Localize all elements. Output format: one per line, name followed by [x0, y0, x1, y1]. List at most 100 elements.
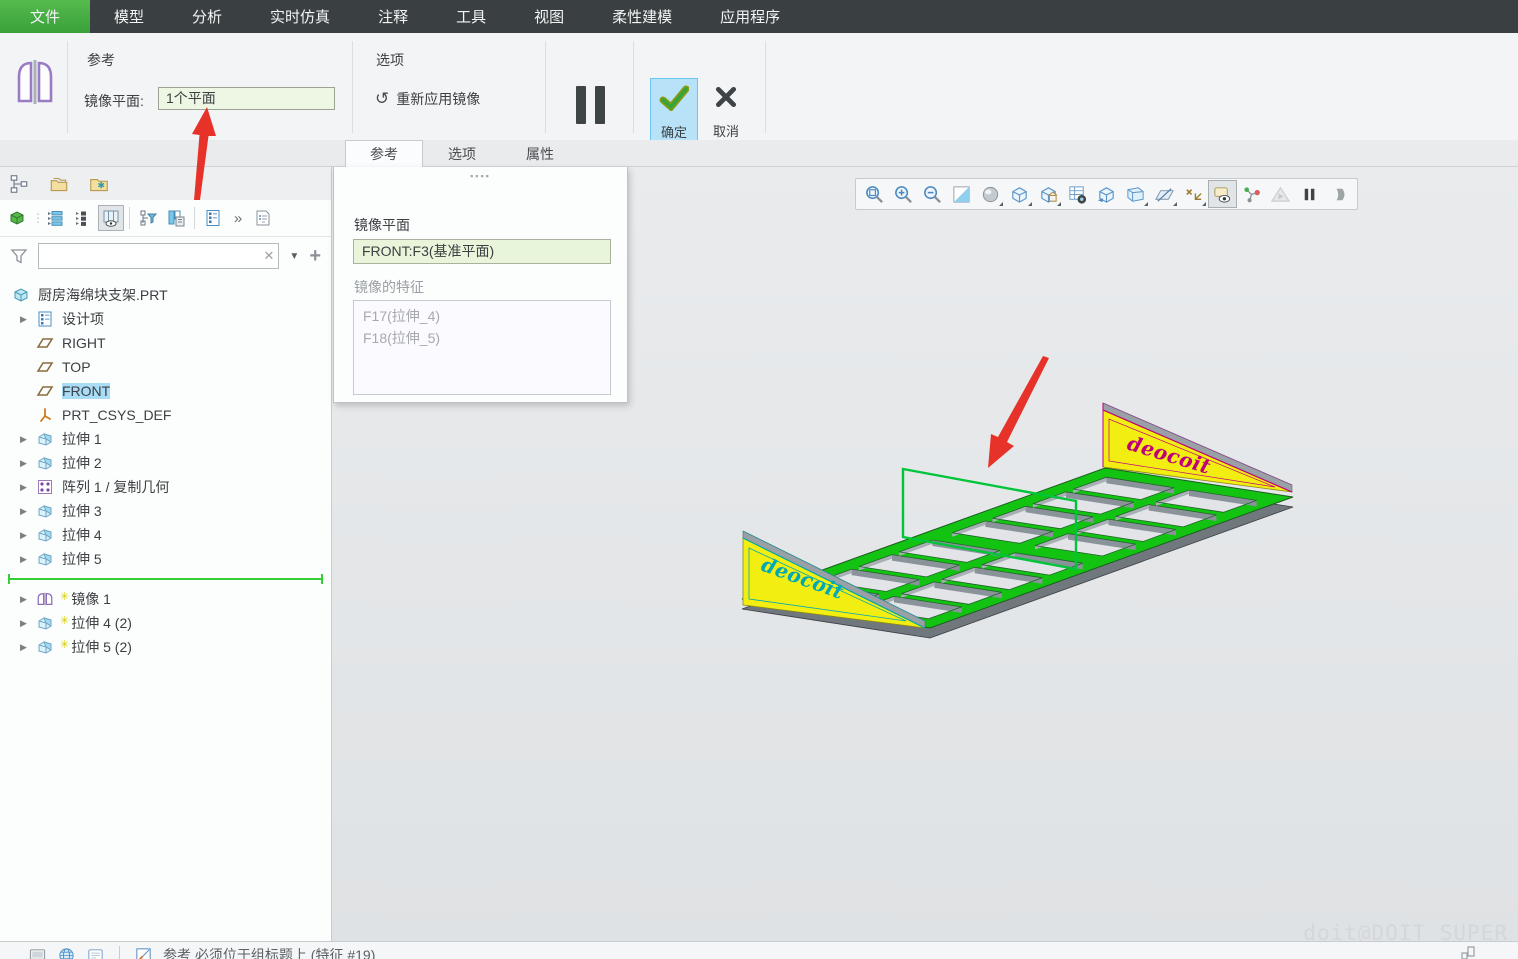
group-separator: [545, 41, 546, 133]
spin-center-icon[interactable]: [1237, 180, 1266, 208]
tree-search-input[interactable]: [39, 244, 279, 268]
mirror-feature-icon: [14, 55, 56, 113]
stop-icon[interactable]: [1324, 180, 1353, 208]
model-display-icon[interactable]: [4, 205, 30, 231]
menu-tab-view[interactable]: 视图: [510, 0, 588, 33]
expand-arrow-icon[interactable]: ▶: [20, 618, 36, 629]
zoom-out-icon[interactable]: [918, 180, 947, 208]
datum-display-icon[interactable]: [1150, 180, 1179, 208]
checklist-icon[interactable]: [200, 205, 226, 231]
tree-item-13[interactable]: ▶ ✳ 镜像 1: [0, 587, 331, 611]
last-orientation-icon[interactable]: [1092, 180, 1121, 208]
show-list-icon[interactable]: [42, 205, 68, 231]
folder-browser-tab[interactable]: [46, 171, 72, 197]
saved-orientations-icon[interactable]: [1034, 180, 1063, 208]
tree-item-2[interactable]: RIGHT: [0, 331, 331, 355]
mirrored-feature-item[interactable]: F17(拉伸_4): [354, 305, 610, 327]
tree-item-8[interactable]: ▶ 阵列 1 / 复制几何: [0, 475, 331, 499]
expand-arrow-icon[interactable]: ▶: [20, 594, 36, 605]
named-views-icon[interactable]: [1121, 180, 1150, 208]
expand-arrow-icon[interactable]: ▶: [20, 482, 36, 493]
mirrored-feature-item[interactable]: F18(拉伸_5): [354, 327, 610, 349]
tree-columns-icon[interactable]: [98, 205, 124, 231]
expand-arrow-icon[interactable]: ▶: [20, 434, 36, 445]
panel-mirror-plane-field[interactable]: FRONT:F3(基准平面): [353, 239, 611, 264]
tree-item-label: 拉伸 4: [62, 527, 102, 543]
tree-item-label: 拉伸 4 (2): [71, 615, 132, 631]
expand-arrow-icon[interactable]: ▶: [20, 314, 36, 325]
tree-item-4[interactable]: FRONT: [0, 379, 331, 403]
cancel-label: 取消: [712, 124, 739, 139]
watermark-text: doit@DOIT SUPER: [1303, 921, 1508, 941]
drag-dots-icon: ⋮: [32, 211, 44, 225]
overflow-chevrons[interactable]: »: [228, 205, 248, 231]
menu-tab-tools[interactable]: 工具: [432, 0, 510, 33]
tree-item-label: FRONT: [62, 383, 111, 399]
statusbar-separator: [119, 946, 120, 959]
add-filter-icon[interactable]: +: [305, 245, 325, 268]
annotation-arrow-canvas: [988, 356, 1049, 468]
tree-item-14[interactable]: ▶ ✳ 拉伸 4 (2): [0, 611, 331, 635]
tree-format-icon[interactable]: [163, 205, 189, 231]
panel-drag-handle[interactable]: ▪▪▪▪: [334, 171, 627, 181]
expand-list-icon[interactable]: [70, 205, 96, 231]
tree-item-7[interactable]: ▶ 拉伸 2: [0, 451, 331, 475]
favorites-tab[interactable]: [86, 171, 112, 197]
expand-arrow-icon[interactable]: ▶: [20, 530, 36, 541]
tree-item-1[interactable]: ▶ 设计项: [0, 307, 331, 331]
model-tree-tab[interactable]: [6, 171, 32, 197]
screen-icon[interactable]: [28, 946, 47, 959]
tree-item-0[interactable]: 厨房海绵块支架.PRT: [0, 283, 331, 307]
group-separator: [352, 41, 353, 133]
tree-item-9[interactable]: ▶ 拉伸 3: [0, 499, 331, 523]
annotation-display-icon[interactable]: [1208, 180, 1237, 208]
reapply-mirror-button[interactable]: ↺ 重新应用镜像: [375, 89, 480, 109]
extrude-icon: [36, 614, 56, 632]
tree-filter-icon[interactable]: [135, 205, 161, 231]
clear-search-icon[interactable]: ✕: [264, 248, 275, 264]
expand-arrow-icon[interactable]: ▶: [20, 506, 36, 517]
shading-style-icon[interactable]: [976, 180, 1005, 208]
zoom-in-icon[interactable]: [889, 180, 918, 208]
dashboard-tab-reference[interactable]: 参考: [345, 140, 423, 167]
settings-file-icon[interactable]: [250, 205, 276, 231]
pause-feature-button[interactable]: [566, 80, 614, 130]
notes-icon[interactable]: [86, 946, 105, 959]
tree-insertion-locator[interactable]: [6, 571, 325, 587]
refit-icon[interactable]: [947, 180, 976, 208]
expand-arrow-icon[interactable]: ▶: [20, 458, 36, 469]
status-message-icon: [134, 946, 153, 959]
expand-arrow-icon[interactable]: ▶: [20, 554, 36, 565]
menu-tab-file[interactable]: 文件: [0, 0, 91, 33]
tree-item-10[interactable]: ▶ 拉伸 4: [0, 523, 331, 547]
csys-icon: [36, 406, 56, 424]
zoom-window-icon[interactable]: [860, 180, 889, 208]
menu-tab-model[interactable]: 模型: [90, 0, 168, 33]
web-browser-icon[interactable]: [57, 946, 76, 959]
menu-tab-flexible-modeling[interactable]: 柔性建模: [588, 0, 696, 33]
menu-tab-live-simulation[interactable]: 实时仿真: [246, 0, 354, 33]
tree-item-5[interactable]: PRT_CSYS_DEF: [0, 403, 331, 427]
dashboard-tab-options[interactable]: 选项: [423, 140, 501, 167]
tree-item-3[interactable]: TOP: [0, 355, 331, 379]
tree-item-15[interactable]: ▶ ✳ 拉伸 5 (2): [0, 635, 331, 659]
extrude-icon: [36, 638, 56, 656]
view-manager-icon[interactable]: [1063, 180, 1092, 208]
resize-grip-icon[interactable]: [1460, 945, 1476, 959]
new-feature-star-icon: ✳: [60, 614, 70, 627]
mirror-plane-collector[interactable]: 1个平面: [158, 87, 335, 110]
dashboard-tab-properties[interactable]: 属性: [501, 140, 579, 167]
funnel-icon[interactable]: [6, 243, 32, 269]
display-style-icon[interactable]: [1005, 180, 1034, 208]
pause-icon[interactable]: [1295, 180, 1324, 208]
search-dropdown-icon[interactable]: ▼: [283, 251, 305, 262]
datum-tag-display-icon[interactable]: [1179, 180, 1208, 208]
extrude-icon: [36, 502, 56, 520]
simulation-icon[interactable]: [1266, 180, 1295, 208]
menu-tab-applications[interactable]: 应用程序: [696, 0, 804, 33]
tree-item-11[interactable]: ▶ 拉伸 5: [0, 547, 331, 571]
expand-arrow-icon[interactable]: ▶: [20, 642, 36, 653]
tree-item-6[interactable]: ▶ 拉伸 1: [0, 427, 331, 451]
menu-tab-analysis[interactable]: 分析: [168, 0, 246, 33]
menu-tab-annotate[interactable]: 注释: [354, 0, 432, 33]
